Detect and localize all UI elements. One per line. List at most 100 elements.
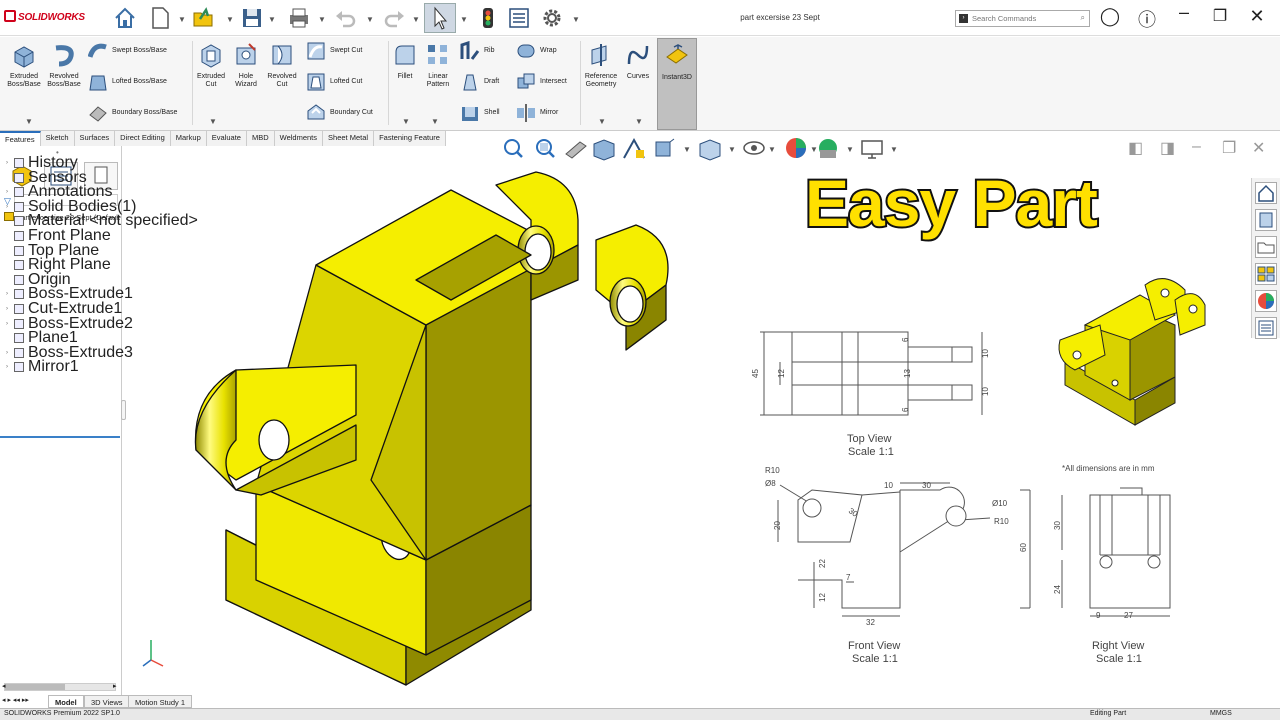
rollback-bar[interactable]: [0, 436, 120, 438]
previous-view-icon[interactable]: [565, 141, 587, 159]
chevron-down-icon[interactable]: ▼: [366, 15, 374, 24]
rib-button[interactable]: Rib: [460, 41, 495, 61]
chevron-down-icon[interactable]: ▼: [572, 15, 580, 24]
extruded-cut-button[interactable]: Extruded Cut: [194, 42, 228, 89]
expand-chevron-icon[interactable]: ›: [6, 160, 14, 166]
redo-icon[interactable]: [382, 6, 406, 30]
reference-geometry-button[interactable]: Reference Geometry: [582, 42, 620, 89]
search-icon[interactable]: ⌕: [1081, 13, 1085, 23]
tab-sketch[interactable]: Sketch: [40, 131, 75, 146]
expand-chevron-icon[interactable]: ›: [6, 204, 14, 210]
display-style-icon[interactable]: [699, 139, 721, 161]
viewport-tile-right-icon[interactable]: ◨: [1160, 138, 1175, 158]
draft-button[interactable]: Draft: [460, 72, 499, 92]
wrap-button[interactable]: Wrap: [516, 41, 557, 61]
chevron-down-icon[interactable]: ▼: [178, 15, 186, 24]
viewport-close-icon[interactable]: ✕: [1252, 138, 1265, 158]
close-icon[interactable]: ✕: [1243, 6, 1271, 27]
tab-nav-arrows-icon[interactable]: ◂ ▸ ◂◂ ▸▸: [2, 696, 29, 704]
view-settings-icon[interactable]: [861, 140, 883, 159]
revolved-cut-button[interactable]: Revolved Cut: [264, 42, 300, 89]
home-icon[interactable]: [113, 6, 137, 30]
tab-weldments[interactable]: Weldments: [274, 131, 324, 146]
chevron-down-icon[interactable]: ▼: [890, 145, 898, 154]
chevron-down-icon[interactable]: ▼: [846, 145, 854, 154]
chevron-down-icon[interactable]: ▼: [683, 145, 691, 154]
instant3d-button[interactable]: Instant3D: [657, 38, 697, 130]
tab-fastening-feature[interactable]: Fastening Feature: [374, 131, 446, 146]
restore-icon[interactable]: ❐: [1206, 6, 1234, 26]
viewport-restore-icon[interactable]: ❐: [1222, 138, 1236, 158]
chevron-down-icon[interactable]: ▼: [268, 15, 276, 24]
solidworks-resources-icon[interactable]: [1255, 182, 1277, 204]
undo-icon[interactable]: [334, 6, 358, 30]
save-icon[interactable]: [240, 6, 264, 30]
apply-scene-icon[interactable]: [819, 139, 837, 158]
chevron-down-icon[interactable]: ▼: [460, 15, 468, 24]
view-palette-icon[interactable]: [1255, 263, 1277, 285]
horizontal-scrollbar[interactable]: [4, 683, 116, 691]
chevron-down-icon[interactable]: ▼: [25, 117, 33, 126]
expand-chevron-icon[interactable]: ›: [6, 364, 14, 370]
tab-motion-study[interactable]: Motion Study 1: [128, 695, 193, 708]
viewport-minimize-icon[interactable]: –: [1192, 138, 1201, 156]
chevron-down-icon[interactable]: ▼: [728, 145, 736, 154]
tab-3d-views[interactable]: 3D Views: [84, 695, 130, 708]
expand-chevron-icon[interactable]: ›: [6, 306, 14, 312]
chevron-down-icon[interactable]: ▼: [402, 117, 410, 126]
viewport-tile-left-icon[interactable]: ◧: [1128, 138, 1143, 158]
user-account-icon[interactable]: ◯: [1096, 6, 1124, 27]
linear-pattern-button[interactable]: Linear Pattern: [421, 42, 455, 89]
print-icon[interactable]: [287, 6, 311, 30]
chevron-down-icon[interactable]: ▼: [412, 15, 420, 24]
minimize-icon[interactable]: ‒: [1170, 2, 1198, 23]
chevron-down-icon[interactable]: ▼: [635, 117, 643, 126]
new-document-icon[interactable]: [148, 6, 172, 30]
chevron-down-icon[interactable]: ▼: [226, 15, 234, 24]
tab-mbd[interactable]: MBD: [246, 131, 275, 146]
tab-model[interactable]: Model: [48, 695, 84, 708]
lofted-boss-button[interactable]: Lofted Boss/Base: [88, 72, 167, 92]
expand-chevron-icon[interactable]: ›: [6, 321, 14, 327]
mirror-button[interactable]: Mirror: [516, 103, 558, 123]
dynamic-annotation-icon[interactable]: [623, 137, 645, 159]
tab-direct-editing[interactable]: Direct Editing: [115, 131, 171, 146]
zoom-to-area-icon[interactable]: [536, 139, 555, 158]
help-icon[interactable]: ⓘ: [1133, 6, 1161, 32]
boundary-boss-button[interactable]: Boundary Boss/Base: [88, 103, 177, 123]
select-cursor-icon[interactable]: [424, 3, 456, 33]
tab-surfaces[interactable]: Surfaces: [74, 131, 116, 146]
tab-features[interactable]: Features: [0, 131, 41, 146]
expand-chevron-icon[interactable]: ›: [6, 189, 14, 195]
appearances-icon[interactable]: [1255, 290, 1277, 312]
zoom-to-fit-icon[interactable]: [504, 139, 523, 158]
chevron-down-icon[interactable]: ▼: [318, 15, 326, 24]
shell-button[interactable]: Shell: [460, 103, 500, 123]
intersect-button[interactable]: Intersect: [516, 72, 567, 92]
file-properties-icon[interactable]: [507, 6, 531, 30]
file-explorer-icon[interactable]: [1255, 236, 1277, 258]
hide-show-items-icon[interactable]: [743, 141, 765, 155]
tab-sheet-metal[interactable]: Sheet Metal: [323, 131, 375, 146]
chevron-down-icon[interactable]: ▼: [810, 145, 818, 154]
lofted-cut-button[interactable]: Lofted Cut: [306, 72, 362, 92]
gear-icon[interactable]: [540, 6, 564, 30]
expand-chevron-icon[interactable]: ›: [6, 350, 14, 356]
search-commands-input[interactable]: › Search Commands ⌕: [955, 10, 1090, 27]
section-view-icon[interactable]: [593, 139, 615, 161]
tab-evaluate[interactable]: Evaluate: [206, 131, 247, 146]
tree-item[interactable]: › Mirror1: [6, 358, 79, 375]
open-folder-icon[interactable]: [192, 6, 216, 30]
rebuild-traffic-light-icon[interactable]: [476, 6, 500, 30]
chevron-down-icon[interactable]: ▼: [768, 145, 776, 154]
status-units[interactable]: MMGS: [1210, 710, 1232, 717]
chevron-down-icon[interactable]: ▼: [431, 117, 439, 126]
swept-boss-button[interactable]: Swept Boss/Base: [88, 41, 167, 61]
expand-chevron-icon[interactable]: ›: [6, 291, 14, 297]
chevron-down-icon[interactable]: ▼: [598, 117, 606, 126]
fillet-button[interactable]: Fillet: [391, 42, 419, 81]
view-orientation-icon[interactable]: [655, 138, 675, 157]
swept-cut-button[interactable]: Swept Cut: [306, 41, 362, 61]
scroll-left-arrow[interactable]: ◂: [2, 682, 6, 690]
tab-markup[interactable]: Markup: [170, 131, 207, 146]
